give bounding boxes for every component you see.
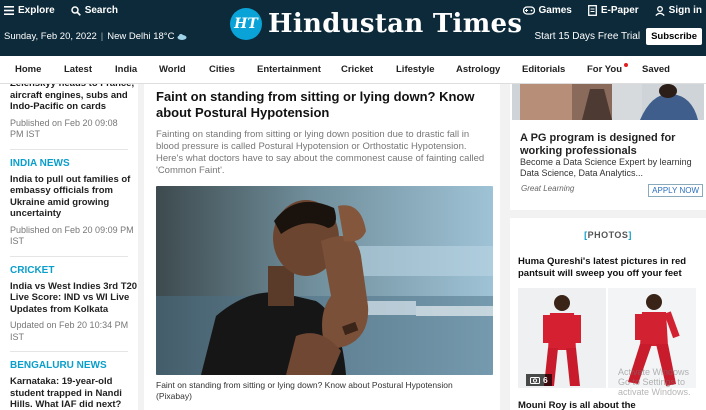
free-trial-link[interactable]: Start 15 Days Free Trial <box>534 31 640 42</box>
story-headline[interactable]: Karnataka: 19-year-old student trapped i… <box>10 376 138 410</box>
epaper-icon <box>587 5 597 16</box>
divider <box>10 255 128 257</box>
signin-label: Sign in <box>668 5 702 16</box>
header-left-tools: Explore Search <box>4 5 118 16</box>
nav-item-astrology[interactable]: Astrology <box>456 64 522 75</box>
ad-title: A PG program is designed for working pro… <box>520 132 676 157</box>
ht-logo-mark: HT <box>230 8 262 40</box>
nav-item-cities[interactable]: Cities <box>209 64 257 75</box>
nav-item-for-you[interactable]: For You <box>587 63 642 75</box>
camera-icon <box>530 377 540 384</box>
photo-caption: Faint on standing from sitting or lying … <box>156 380 453 401</box>
story-headline[interactable]: India vs West Indies 3rd T20 Live Score:… <box>10 281 138 316</box>
epaper-label: E-Paper <box>600 5 639 16</box>
menu-icon <box>4 6 14 15</box>
ad-people-image <box>512 84 704 120</box>
story-category[interactable]: INDIA NEWS <box>10 158 138 169</box>
ad-brand: Great Learning <box>521 184 575 193</box>
search-button[interactable]: Search <box>70 5 119 16</box>
article-summary: Fainting on standing from sitting or lyi… <box>156 129 485 176</box>
search-label: Search <box>84 5 119 16</box>
nav-item-lifestyle[interactable]: Lifestyle <box>396 64 456 75</box>
date-weather: Sunday, Feb 20, 2022 | New Delhi 18°C <box>4 31 187 42</box>
notification-dot <box>624 63 628 67</box>
ad-subtitle: Become a Data Science Expert by learning… <box>520 157 692 178</box>
nav-item-latest[interactable]: Latest <box>64 64 115 75</box>
article-headline[interactable]: Faint on standing from sitting or lying … <box>156 89 476 120</box>
signin-button[interactable]: Sign in <box>654 5 702 16</box>
games-button[interactable]: Games <box>522 5 572 16</box>
site-logo[interactable]: HT Hindustan Times <box>230 8 522 40</box>
nav-item-saved[interactable]: Saved <box>642 64 670 75</box>
story-timestamp: Published on Feb 20 09:09 PM IST <box>10 224 134 247</box>
logo-text: Hindustan Times <box>268 9 523 39</box>
nav-item-editorials[interactable]: Editorials <box>522 64 587 75</box>
main-nav: Home Latest India World Cities Entertain… <box>0 56 706 84</box>
photos-label: PHOTOS <box>587 230 629 240</box>
cloud-icon <box>177 33 187 40</box>
apply-now-button[interactable]: APPLY NOW <box>648 184 703 197</box>
nav-item-india[interactable]: India <box>115 64 159 75</box>
nav-item-cricket[interactable]: Cricket <box>341 64 396 75</box>
current-date: Sunday, Feb 20, 2022 <box>4 31 97 42</box>
nav-item-world[interactable]: World <box>159 64 209 75</box>
divider <box>10 351 128 352</box>
gamepad-icon <box>522 6 535 15</box>
story-category[interactable]: BENGALURU NEWS <box>10 360 138 371</box>
right-sidebar: A PG program is designed for working pro… <box>510 84 706 410</box>
explore-label: Explore <box>18 5 55 16</box>
story-timestamp: Published on Feb 20 09:08 PM IST <box>10 117 118 140</box>
search-icon <box>70 5 81 16</box>
photos-section-title[interactable]: [PHOTOS] <box>510 230 706 240</box>
activate-windows-watermark: Activate Windows Go to Settings to activ… <box>618 367 691 397</box>
divider <box>10 148 128 150</box>
next-gallery-headline[interactable]: Mouni Roy is all about the <box>518 400 636 410</box>
story-headline[interactable]: Zelenskyy heads to France, aircraft engi… <box>10 84 138 113</box>
article-image <box>156 186 493 375</box>
subscription-cta: Start 15 Days Free Trial Subscribe <box>534 28 702 45</box>
nav-item-entertainment[interactable]: Entertainment <box>257 64 341 75</box>
games-label: Games <box>538 5 572 16</box>
story-category[interactable]: CRICKET <box>10 265 138 276</box>
gallery-photo-1 <box>518 288 606 388</box>
top-header: Explore Search Sunday, Feb 20, 2022 | New … <box>0 0 706 56</box>
story-headline[interactable]: India to pull out families of embassy of… <box>10 174 138 220</box>
main-article: Faint on standing from sitting or lying … <box>144 84 500 410</box>
advertisement[interactable]: A PG program is designed for working pro… <box>510 84 706 210</box>
weather-text: New Delhi 18°C <box>107 31 175 42</box>
gallery-headline[interactable]: Huma Qureshi's latest pictures in red pa… <box>518 256 700 280</box>
article-photo[interactable] <box>156 186 493 375</box>
explore-button[interactable]: Explore <box>4 5 55 16</box>
epaper-button[interactable]: E-Paper <box>587 5 639 16</box>
photo-count: 6 <box>543 375 548 385</box>
photo-count-badge: 6 <box>526 374 552 386</box>
subscribe-button[interactable]: Subscribe <box>646 28 702 45</box>
header-right-tools: Games E-Paper Sign in <box>522 5 702 16</box>
user-icon <box>654 5 665 16</box>
for-you-label: For You <box>587 64 623 75</box>
nav-item-home[interactable]: Home <box>15 64 64 75</box>
ad-image <box>512 84 704 120</box>
story-timestamp: Updated on Feb 20 10:34 PM IST <box>10 320 129 342</box>
left-news-column: Zelenskyy heads to France, aircraft engi… <box>0 84 138 410</box>
